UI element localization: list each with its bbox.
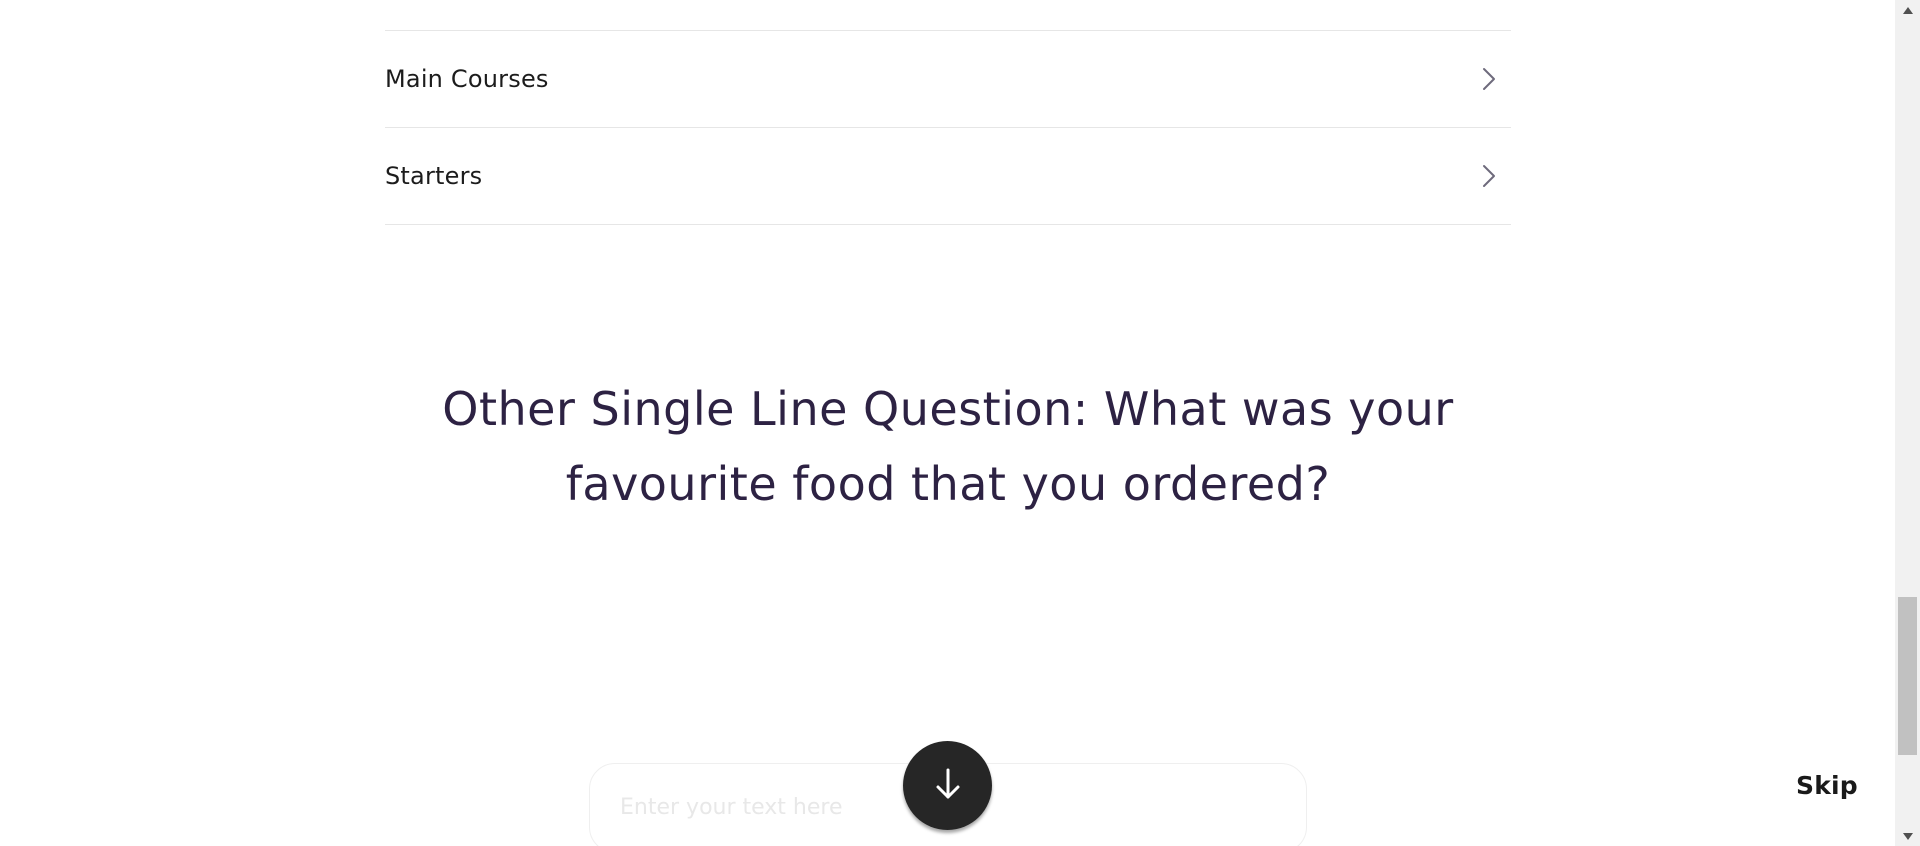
scroll-down-button[interactable] [903, 741, 992, 830]
vertical-scrollbar[interactable] [1895, 0, 1920, 846]
scrollbar-thumb[interactable] [1898, 597, 1917, 755]
divider [385, 224, 1511, 225]
triangle-up-icon[interactable] [1895, 0, 1920, 20]
chevron-right-icon [1475, 66, 1501, 92]
category-label: Main Courses [385, 65, 549, 93]
question-title: Other Single Line Question: What was you… [442, 382, 1454, 511]
category-row-starters[interactable]: Starters [385, 128, 1511, 224]
arrow-down-icon [933, 767, 963, 805]
chevron-right-icon [1475, 163, 1501, 189]
page-viewport: Main Courses Starters Other Single Line … [0, 0, 1895, 846]
category-list: Main Courses Starters [385, 0, 1511, 225]
skip-button[interactable]: Skip [1796, 771, 1858, 800]
category-row-main-courses[interactable]: Main Courses [385, 31, 1511, 127]
triangle-down-icon[interactable] [1895, 826, 1920, 846]
category-label: Starters [385, 162, 483, 190]
